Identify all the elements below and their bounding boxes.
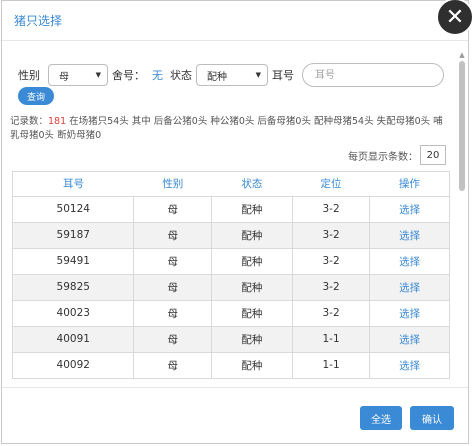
select-link[interactable]: 选择 — [369, 352, 449, 378]
record-count: 181 — [48, 116, 67, 127]
select-link[interactable]: 选择 — [369, 326, 449, 353]
cell-state: 配种 — [211, 378, 292, 379]
col-header-ear: 耳号 — [13, 172, 134, 197]
cell-sex: 母 — [133, 352, 212, 378]
cell-state: 配种 — [211, 326, 293, 353]
table-row: 59187 母 配种 3-2 选择 — [13, 222, 449, 249]
select-link[interactable]: 选择 — [369, 248, 449, 275]
confirm-button[interactable]: 确认 — [410, 406, 454, 430]
cell-sex: 母 — [133, 196, 212, 223]
pig-select-dialog: 猪只选择 性别 母 ▼ 舍号： 无 状态 配种 ▼ 耳号 查询 记录数：181 … — [1, 0, 469, 444]
chevron-down-icon: ▼ — [255, 71, 261, 79]
cell-state: 配种 — [211, 352, 293, 378]
summary-prefix: 记录数： — [10, 116, 49, 127]
record-summary: 记录数：181 在场猪只54头 其中 后备公猪0头 种公猪0头 后备母猪0头 配… — [10, 115, 450, 143]
house-label: 舍号： — [112, 69, 145, 82]
cell-position: 1-1 — [292, 352, 371, 378]
close-icon[interactable]: ✕ — [436, 0, 472, 36]
cell-ear: 40023 — [13, 300, 135, 327]
cell-ear: 40091 — [13, 326, 135, 353]
cell-sex: 母 — [133, 300, 212, 327]
cell-position: 3-2 — [292, 196, 371, 223]
col-header-sex: 性别 — [133, 172, 212, 197]
select-link[interactable]: 选择 — [370, 378, 449, 379]
state-select[interactable]: 配种 ▼ — [196, 64, 268, 86]
cell-sex: 母 — [133, 326, 212, 353]
cell-ear: 59491 — [13, 248, 135, 275]
ear-input[interactable] — [302, 63, 444, 87]
cell-ear: 50124 — [13, 196, 135, 223]
cell-state: 配种 — [211, 222, 293, 249]
cell-position: 3-2 — [292, 274, 371, 301]
cell-position: 3-2 — [292, 300, 371, 327]
cell-ear: 59187 — [13, 222, 135, 249]
ear-label: 耳号 — [272, 69, 294, 82]
table-row: 50124 母 配种 3-2 选择 — [13, 196, 449, 223]
cell-state: 配种 — [211, 274, 293, 301]
cell-sex: 母 — [133, 222, 212, 249]
col-header-action: 操作 — [369, 172, 449, 197]
col-header-position: 定位 — [292, 172, 370, 197]
table-header-row: 耳号 性别 状态 定位 操作 — [13, 172, 449, 197]
cell-sex: 母 — [133, 248, 212, 275]
chevron-down-icon: ▼ — [95, 71, 101, 79]
summary-detail: 在场猪只54头 其中 后备公猪0头 种公猪0头 后备母猪0头 配种母猪54头 失… — [10, 116, 443, 141]
query-button[interactable]: 查询 — [18, 87, 54, 105]
pig-table-container: 耳号 性别 状态 定位 操作 50124 母 配种 3-2 选择 59187 母 — [12, 171, 450, 379]
cell-state: 配种 — [211, 196, 293, 223]
cell-ear: 59825 — [13, 274, 135, 301]
select-link[interactable]: 选择 — [369, 300, 449, 327]
cell-position: 3-2 — [292, 248, 371, 275]
col-header-state: 状态 — [211, 172, 293, 197]
cell-position: 1-1 — [292, 326, 371, 353]
sex-select-value: 母 — [59, 71, 69, 83]
table-row: 40091 母 配种 1-1 选择 — [13, 326, 449, 353]
table-row: 59491 母 配种 3-2 选择 — [13, 248, 449, 275]
page-size-input[interactable]: 20 — [420, 145, 446, 165]
title-bar: 猪只选择 — [2, 1, 468, 41]
pig-table: 耳号 性别 状态 定位 操作 50124 母 配种 3-2 选择 59187 母 — [13, 172, 449, 379]
table-row: 40121 母 配种 1-1 选择 — [13, 378, 449, 379]
scroll-up-icon[interactable]: ▲ — [458, 51, 466, 59]
dialog-title: 猪只选择 — [14, 14, 63, 28]
cell-position: 1-1 — [292, 378, 369, 379]
cell-ear: 40092 — [13, 352, 135, 378]
select-link[interactable]: 选择 — [369, 222, 449, 249]
select-link[interactable]: 选择 — [369, 196, 449, 223]
cell-sex: 母 — [134, 378, 211, 379]
state-label: 状态 — [170, 69, 192, 82]
select-all-button[interactable]: 全选 — [360, 406, 402, 430]
sex-label: 性别 — [18, 69, 40, 82]
scroll-thumb[interactable] — [459, 61, 465, 191]
filter-row: 性别 母 ▼ 舍号： 无 状态 配种 ▼ 耳号 — [18, 63, 444, 87]
cell-state: 配种 — [211, 248, 293, 275]
vertical-scrollbar[interactable]: ▲ — [458, 51, 466, 381]
cell-state: 配种 — [211, 300, 293, 327]
dialog-footer: 全选 确认 — [2, 387, 468, 443]
house-value: 无 — [152, 69, 163, 82]
page-size-control: 每页显示条数： 20 — [348, 145, 446, 165]
table-row: 59825 母 配种 3-2 选择 — [13, 274, 449, 301]
table-row: 40092 母 配种 1-1 选择 — [13, 352, 449, 378]
cell-sex: 母 — [133, 274, 212, 301]
state-select-value: 配种 — [207, 71, 227, 83]
select-link[interactable]: 选择 — [369, 274, 449, 301]
table-row: 40023 母 配种 3-2 选择 — [13, 300, 449, 327]
cell-ear: 40121 — [13, 378, 134, 379]
page-size-label: 每页显示条数： — [348, 151, 418, 163]
cell-position: 3-2 — [292, 222, 371, 249]
sex-select[interactable]: 母 ▼ — [48, 64, 108, 86]
